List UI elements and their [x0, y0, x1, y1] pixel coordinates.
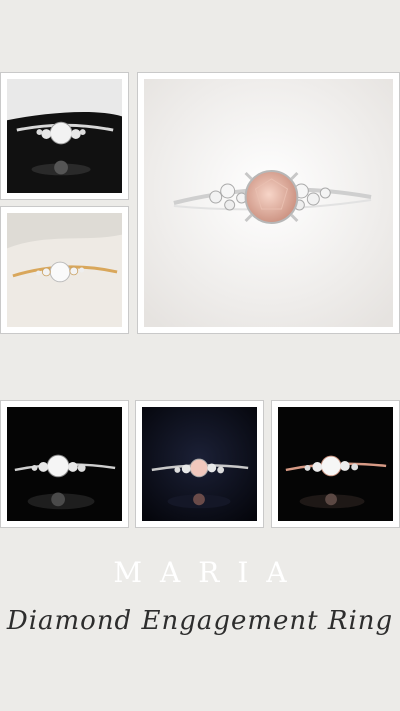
- photo-frame-2: [0, 206, 129, 334]
- photo-frame-3: [137, 72, 400, 334]
- ring-photo-yellow-gold: [7, 213, 122, 327]
- photo-frame-5: [135, 400, 264, 528]
- page-title: MARIA: [113, 556, 305, 589]
- photo-frame-6: [271, 400, 400, 528]
- page-subtitle: Diamond Engagement Ring: [6, 606, 394, 636]
- ring-photo-pink-stone: [144, 79, 393, 327]
- ring-photo-rose-gold: [278, 407, 393, 521]
- photo-frame-4: [0, 400, 129, 528]
- photo-frame-1: [0, 72, 129, 200]
- ring-photo-black-bg-1: [7, 407, 122, 521]
- ring-photo-navy-bg: [142, 407, 257, 521]
- ring-photo-white-gold: [7, 79, 122, 193]
